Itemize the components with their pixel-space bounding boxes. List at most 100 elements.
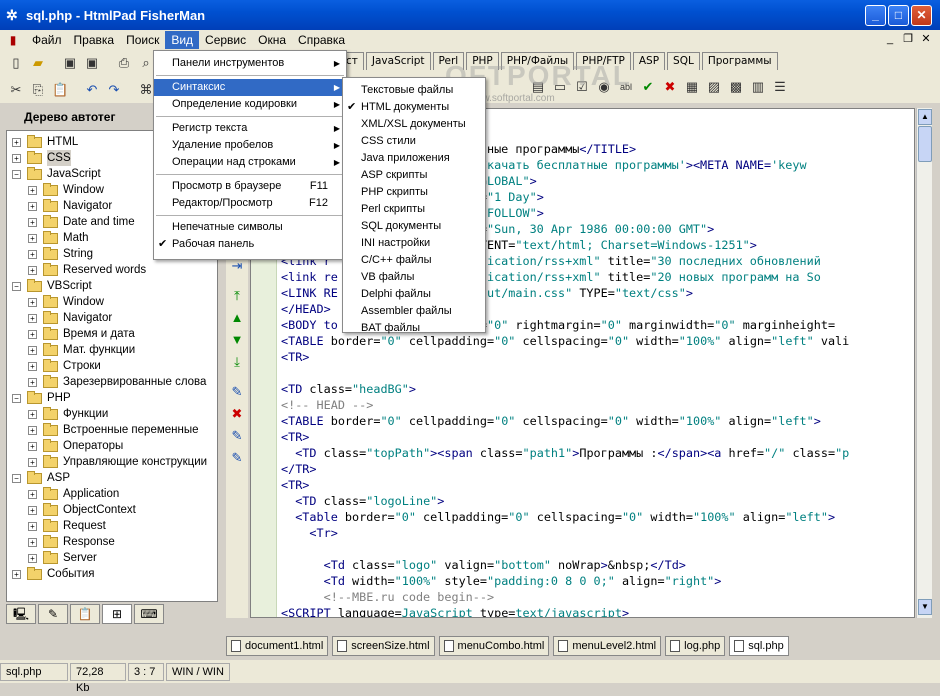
menu-3[interactable]: Вид: [165, 31, 200, 49]
delete-bookmark-icon[interactable]: ✖: [228, 406, 246, 422]
menu-item[interactable]: Java приложения: [343, 150, 485, 167]
tree-node[interactable]: + Request: [28, 518, 106, 534]
save-icon[interactable]: ▣: [62, 55, 78, 71]
tree-node[interactable]: + Reserved words: [28, 262, 146, 278]
expander-icon[interactable]: −: [12, 393, 21, 403]
document-tab[interactable]: screenSize.html: [332, 636, 435, 656]
expander-icon[interactable]: +: [28, 201, 37, 211]
tree-node[interactable]: − VBScript: [12, 278, 92, 294]
toolbar-tab[interactable]: SQL: [667, 52, 700, 70]
move-down-icon[interactable]: ▼: [228, 332, 246, 348]
tree-node[interactable]: + Navigator: [28, 310, 112, 326]
snippets-icon[interactable]: ⌨: [134, 604, 164, 624]
menu-item[interactable]: VB файлы: [343, 269, 485, 286]
tree-node[interactable]: + HTML: [12, 134, 78, 150]
expander-icon[interactable]: −: [12, 281, 21, 291]
menu-4[interactable]: Сервис: [199, 31, 252, 49]
menu-item[interactable]: Удаление пробелов ▶: [154, 137, 346, 154]
menu-item[interactable]: Assembler файлы: [343, 303, 485, 320]
tree-node[interactable]: + String: [28, 246, 93, 262]
menu-item[interactable]: BAT файлы: [343, 320, 485, 337]
menu-item[interactable]: Просмотр в браузере F11: [154, 178, 346, 195]
expander-icon[interactable]: +: [28, 361, 37, 371]
document-tab[interactable]: sql.php: [729, 636, 789, 656]
document-tab[interactable]: log.php: [665, 636, 726, 656]
menu-1[interactable]: Правка: [68, 31, 121, 49]
copy-icon[interactable]: ⎘: [30, 82, 46, 98]
clipboard-icon[interactable]: 📋: [70, 604, 100, 624]
expander-icon[interactable]: +: [28, 521, 37, 531]
expander-icon[interactable]: +: [28, 217, 37, 227]
move-up-icon[interactable]: ▲: [228, 310, 246, 326]
tree-node[interactable]: + Функции: [28, 406, 108, 422]
menu-6[interactable]: Справка: [292, 31, 351, 49]
expander-icon[interactable]: +: [28, 265, 37, 275]
find-icon[interactable]: ⌕: [138, 55, 154, 71]
scroll-thumb[interactable]: [918, 126, 932, 162]
expander-icon[interactable]: +: [12, 137, 21, 147]
menu-item[interactable]: INI настройки: [343, 235, 485, 252]
table-icon[interactable]: ▥: [750, 79, 766, 95]
expander-icon[interactable]: +: [28, 233, 37, 243]
expander-icon[interactable]: −: [12, 473, 21, 483]
tree-node[interactable]: + Window: [28, 294, 104, 310]
menu-item[interactable]: HTML документы ✔: [343, 99, 485, 116]
expander-icon[interactable]: +: [28, 185, 37, 195]
tree-node[interactable]: + Встроенные переменные: [28, 422, 199, 438]
save-all-icon[interactable]: ▣: [84, 55, 100, 71]
tree-node[interactable]: + Date and time: [28, 214, 135, 230]
new-file-icon[interactable]: ▯: [8, 55, 24, 71]
minimize-button[interactable]: _: [865, 5, 886, 26]
menu-item[interactable]: Perl скрипты: [343, 201, 485, 218]
expander-icon[interactable]: −: [12, 169, 21, 179]
expander-icon[interactable]: +: [28, 297, 37, 307]
tree-node[interactable]: + Строки: [28, 358, 101, 374]
expander-icon[interactable]: +: [28, 249, 37, 259]
go-bottom-icon[interactable]: ⤓: [228, 354, 246, 370]
tree-node[interactable]: − PHP: [12, 390, 71, 406]
mdi-minimize-button[interactable]: _: [882, 32, 898, 46]
expander-icon[interactable]: +: [28, 537, 37, 547]
menu-item[interactable]: Операции над строками ▶: [154, 154, 346, 171]
list-icon[interactable]: ☰: [772, 79, 788, 95]
tree-icon[interactable]: ⊞: [102, 604, 132, 624]
tree-node[interactable]: + Управляющие конструкции: [28, 454, 207, 470]
tree-node[interactable]: + События: [12, 566, 94, 582]
document-tab[interactable]: document1.html: [226, 636, 329, 656]
reset-icon[interactable]: ✖: [662, 79, 678, 95]
menu-item[interactable]: Редактор/Просмотр F12: [154, 195, 346, 212]
computer-icon[interactable]: 🖳: [6, 604, 36, 624]
cut-icon[interactable]: ✂: [8, 82, 24, 98]
expander-icon[interactable]: +: [12, 569, 21, 579]
expander-icon[interactable]: +: [28, 425, 37, 435]
paste-icon[interactable]: 📋: [52, 82, 68, 98]
tree-node[interactable]: + Math: [28, 230, 89, 246]
vertical-scrollbar[interactable]: ▲ ▼: [916, 108, 932, 618]
menu-item[interactable]: Рабочая панель ✔: [154, 236, 346, 253]
menu-2[interactable]: Поиск: [120, 31, 165, 49]
tree-node[interactable]: + Window: [28, 182, 104, 198]
tree-node[interactable]: + Server: [28, 550, 97, 566]
document-tab[interactable]: menuLevel2.html: [553, 636, 662, 656]
menu-item[interactable]: PHP скрипты: [343, 184, 485, 201]
bookmark-icon[interactable]: ✎: [228, 384, 246, 400]
go-top-icon[interactable]: ⤒: [228, 288, 246, 304]
tree-node[interactable]: + Время и дата: [28, 326, 135, 342]
menu-item[interactable]: Регистр текста ▶: [154, 120, 346, 137]
menu-item[interactable]: Панели инструментов ▶: [154, 55, 346, 72]
toolbar-tab[interactable]: JavaScript: [365, 52, 431, 70]
menu-item[interactable]: Определение кодировки ▶: [154, 96, 346, 113]
expander-icon[interactable]: +: [28, 313, 37, 323]
tree-node[interactable]: + Операторы: [28, 438, 123, 454]
expander-icon[interactable]: +: [28, 345, 37, 355]
expander-icon[interactable]: +: [28, 457, 37, 467]
expander-icon[interactable]: +: [28, 441, 37, 451]
expander-icon[interactable]: +: [28, 329, 37, 339]
expander-icon[interactable]: +: [28, 377, 37, 387]
tree-node[interactable]: + Application: [28, 486, 119, 502]
redo-icon[interactable]: ↷: [106, 82, 122, 98]
expander-icon[interactable]: +: [28, 505, 37, 515]
menu-item[interactable]: Текстовые файлы: [343, 82, 485, 99]
open-folder-icon[interactable]: ▰: [30, 55, 46, 71]
tree-node[interactable]: + Navigator: [28, 198, 112, 214]
